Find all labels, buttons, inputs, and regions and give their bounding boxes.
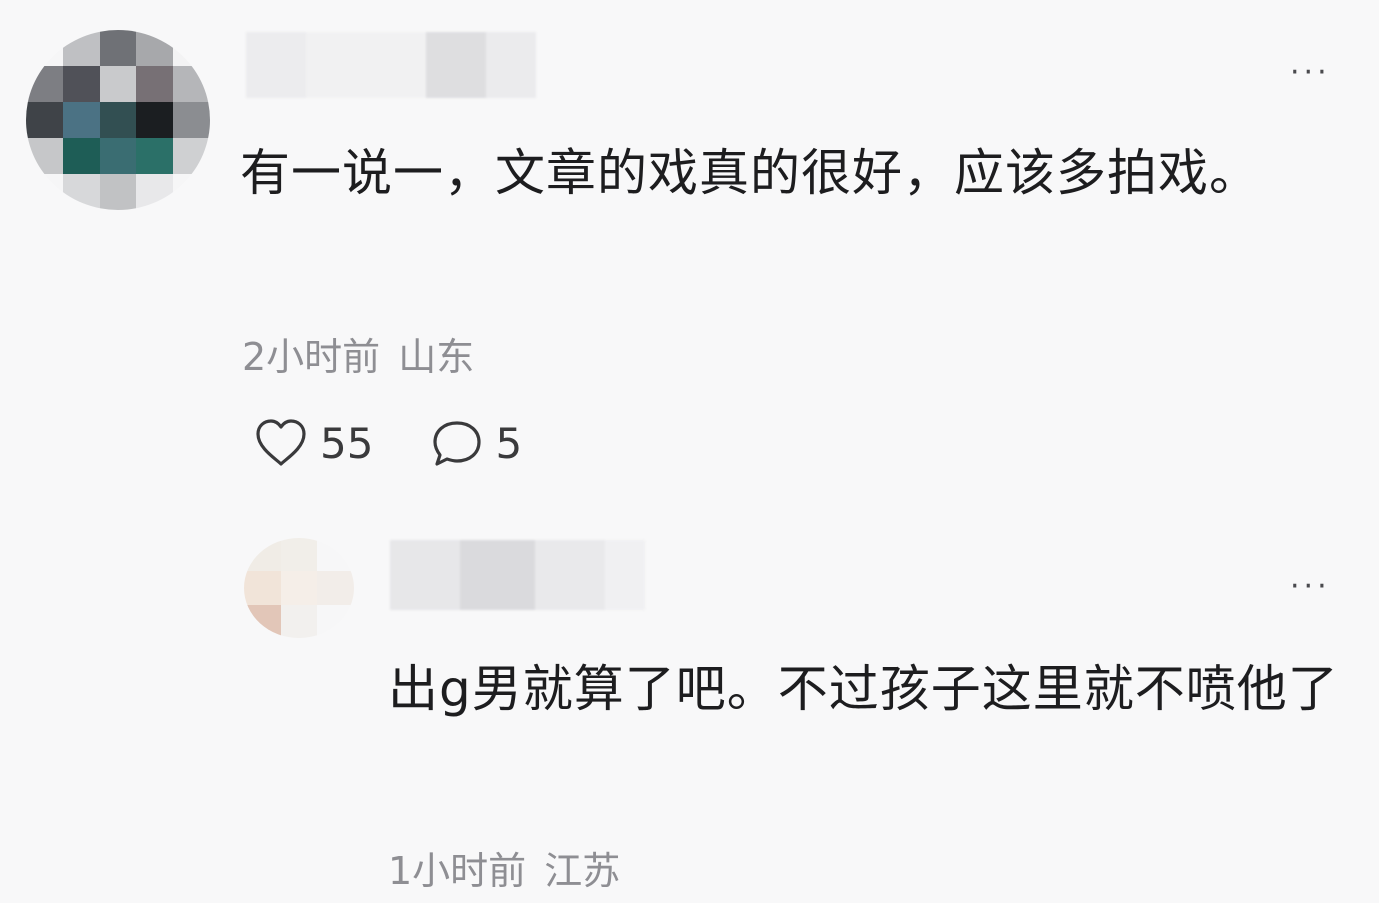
reply-time: 1小时前 (388, 849, 527, 893)
heart-icon (256, 419, 306, 466)
comment-actions: 55 5 (254, 418, 522, 468)
reply-username-blurred[interactable] (390, 540, 645, 610)
comment-bubble-icon (433, 421, 482, 466)
comment-thread: ··· 有一说一，文章的戏真的很好，应该多拍戏。 2小时前 山东 55 5 ··… (0, 0, 1379, 903)
avatar-pixelated[interactable] (26, 30, 210, 210)
reply-button[interactable]: 5 (431, 418, 522, 468)
username-blurred[interactable] (246, 32, 536, 98)
more-options-icon[interactable]: ··· (1290, 572, 1331, 602)
reply-count: 5 (495, 418, 523, 468)
comment-meta: 2小时前 山东 (242, 326, 474, 381)
like-count: 55 (320, 418, 374, 468)
like-button[interactable]: 55 (254, 418, 373, 468)
reply-meta: 1小时前 江苏 (388, 840, 620, 895)
comment-location: 山东 (398, 335, 475, 379)
comment-text: 有一说一，文章的戏真的很好，应该多拍戏。 (240, 144, 1260, 202)
reply-avatar-pixelated[interactable] (244, 538, 354, 638)
reply-text: 出g男就算了吧。不过孩子这里就不喷他了 (388, 660, 1339, 718)
more-options-icon[interactable]: ··· (1290, 58, 1331, 88)
reply-location: 江苏 (544, 849, 621, 893)
comment-time: 2小时前 (242, 335, 381, 379)
